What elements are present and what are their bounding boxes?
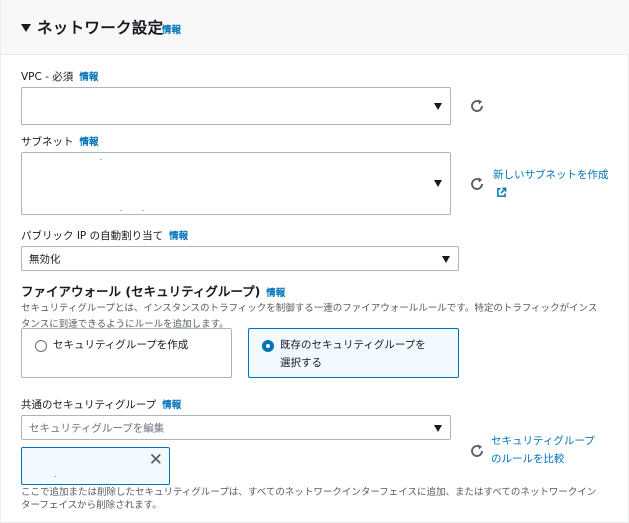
compare-rules-link-line: セキュリティグループ — [491, 435, 595, 447]
subnet-label-text: サブネット — [21, 136, 74, 148]
vpc-select[interactable] — [21, 87, 451, 125]
refresh-icon[interactable] — [469, 98, 485, 114]
firewall-title-text: ファイアウォール (セキュリティグループ) — [21, 284, 261, 299]
common-sg-label: 共通のセキュリティグループ 情報 — [21, 397, 181, 412]
selected-security-group-token: ✕ — [21, 447, 170, 485]
external-link-icon — [497, 187, 507, 197]
refresh-icon[interactable] — [469, 176, 485, 192]
compare-rules-link[interactable]: セキュリティグループ のルールを比較 — [491, 432, 616, 468]
redacted-mark — [100, 159, 102, 160]
existing-security-group-label: 既存のセキュリティグループを 選択する — [280, 336, 426, 372]
vpc-label: VPC - 必須 情報 — [21, 69, 98, 84]
existing-security-group-option[interactable]: 既存のセキュリティグループを 選択する — [248, 328, 459, 378]
redacted-mark — [120, 210, 122, 211]
firewall-title: ファイアウォール (セキュリティグループ) 情報 — [21, 281, 285, 300]
public-ip-info-link[interactable]: 情報 — [169, 231, 188, 242]
vpc-label-text: VPC - 必須 — [21, 71, 74, 83]
header-info-link[interactable]: 情報 — [162, 22, 181, 36]
close-icon[interactable]: ✕ — [149, 451, 163, 469]
security-group-select-placeholder: セキュリティグループを編集 — [29, 422, 165, 434]
firewall-info-link[interactable]: 情報 — [266, 288, 285, 299]
section-title: ネットワーク設定 — [37, 19, 164, 37]
vpc-info-link[interactable]: 情報 — [79, 72, 98, 83]
section-header[interactable]: ネットワーク設定 情報 — [1, 0, 629, 55]
create-subnet-link[interactable]: 新しいサブネットを作成 — [493, 166, 611, 202]
redacted-mark — [54, 476, 56, 477]
refresh-icon[interactable] — [469, 443, 485, 459]
network-settings-panel: ネットワーク設定 情報 VPC - 必須 情報 サブネット 情報 新しいサブネットを… — [0, 0, 629, 523]
triangle-down-icon — [434, 103, 442, 110]
security-group-select[interactable]: セキュリティグループを編集 — [21, 415, 451, 440]
compare-rules-link-line: のルールを比較 — [491, 453, 565, 465]
radio-button-selected-icon[interactable] — [262, 340, 274, 352]
create-security-group-option[interactable]: セキュリティグループを作成 — [21, 328, 232, 378]
public-ip-select[interactable]: 無効化 — [21, 246, 459, 271]
common-sg-note-line: ターフェイスから削除されます。 — [21, 500, 162, 511]
subnet-label: サブネット 情報 — [21, 134, 99, 149]
common-sg-info-link[interactable]: 情報 — [162, 400, 181, 411]
radio-button-icon[interactable] — [35, 340, 47, 352]
firewall-description-line: セキュリティグループとは、インスタンスのトラフィックを制御する一連のファイアウォ… — [21, 303, 598, 314]
public-ip-select-value: 無効化 — [29, 253, 61, 265]
create-security-group-label: セキュリティグループを作成 — [53, 339, 189, 351]
public-ip-label-text: パブリック IP の自動割り当て — [21, 230, 164, 242]
existing-security-group-label-line: 選択する — [280, 357, 322, 369]
existing-security-group-label-line: 既存のセキュリティグループを — [280, 339, 426, 351]
triangle-down-icon — [442, 256, 450, 263]
triangle-down-icon — [434, 425, 442, 432]
common-sg-note: ここで追加または削除したセキュリティグループは、すべてのネットワークインターフェ… — [21, 486, 621, 512]
common-sg-label-text: 共通のセキュリティグループ — [21, 399, 157, 411]
create-subnet-link-text: 新しいサブネットを作成 — [493, 169, 609, 181]
public-ip-label: パブリック IP の自動割り当て 情報 — [21, 228, 188, 243]
triangle-down-icon — [434, 180, 442, 187]
subnet-select[interactable] — [21, 152, 451, 215]
caret-down-icon[interactable] — [21, 24, 31, 32]
redacted-mark — [142, 210, 144, 211]
subnet-info-link[interactable]: 情報 — [80, 137, 99, 148]
common-sg-note-line: ここで追加または削除したセキュリティグループは、すべてのネットワークインターフェ… — [21, 487, 597, 498]
